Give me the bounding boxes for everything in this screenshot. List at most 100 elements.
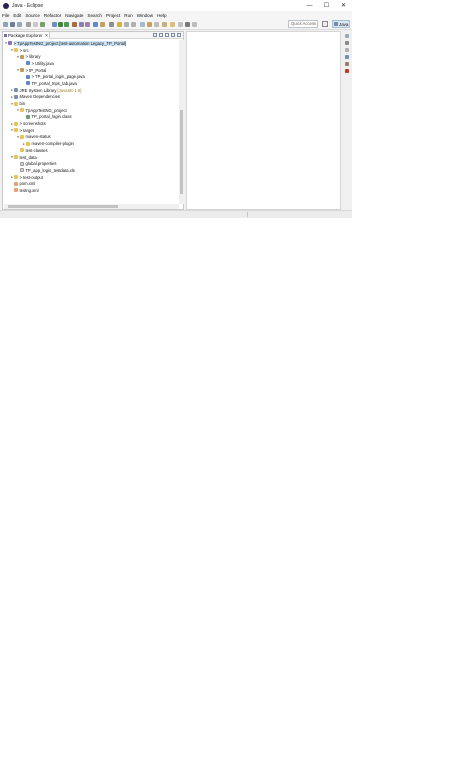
status-separator bbox=[247, 212, 248, 217]
menu-help[interactable]: Help bbox=[157, 13, 166, 18]
menu-edit[interactable]: Edit bbox=[13, 13, 21, 18]
eclipse-icon bbox=[3, 2, 9, 9]
minimize-button[interactable]: — bbox=[301, 0, 318, 11]
file-icon bbox=[20, 168, 24, 173]
debug-icon[interactable] bbox=[52, 22, 57, 27]
run-as-icon[interactable] bbox=[64, 22, 69, 27]
perspective-label: Java bbox=[339, 21, 349, 27]
scrollbar-thumb[interactable] bbox=[8, 205, 118, 208]
outline-icon[interactable] bbox=[345, 41, 349, 45]
tree-item[interactable]: ▾ bin bbox=[3, 100, 179, 107]
tree-item[interactable]: ▾ > tP_Portal bbox=[3, 67, 179, 74]
tree-item[interactable]: TP_app_login_testdata.xls bbox=[3, 167, 179, 174]
save-icon[interactable] bbox=[10, 22, 15, 27]
menu-source[interactable]: Source bbox=[25, 13, 40, 18]
search-icon[interactable] bbox=[109, 22, 114, 27]
lib-icon bbox=[14, 88, 18, 93]
new-icon[interactable] bbox=[3, 22, 8, 27]
tree-item[interactable]: ▾ > target bbox=[3, 127, 179, 134]
problems-icon[interactable] bbox=[345, 55, 349, 59]
horizontal-scrollbar[interactable] bbox=[4, 204, 179, 209]
run-icon[interactable] bbox=[58, 22, 63, 27]
forward-nav-icon[interactable] bbox=[192, 22, 197, 27]
view-menu-icon[interactable] bbox=[165, 33, 169, 37]
tree-item[interactable]: ▾ > src bbox=[3, 47, 179, 54]
menu-search[interactable]: Search bbox=[87, 13, 102, 18]
scrollbar-thumb[interactable] bbox=[180, 110, 183, 194]
forward-icon[interactable] bbox=[162, 22, 167, 27]
tree-item[interactable]: > TP_portal_login_page.java bbox=[3, 73, 179, 80]
tree-item[interactable]: ▸ Maven Dependencies bbox=[3, 94, 179, 101]
menu-refactor[interactable]: Refactor bbox=[44, 13, 61, 18]
right-trim-toolbar bbox=[343, 31, 351, 91]
vertical-scrollbar[interactable] bbox=[179, 40, 184, 204]
link-with-editor-icon[interactable] bbox=[159, 33, 163, 37]
open-type-icon[interactable] bbox=[100, 22, 105, 27]
javadoc-icon[interactable] bbox=[345, 62, 349, 66]
error-log-icon[interactable] bbox=[345, 69, 349, 73]
print-icon[interactable] bbox=[26, 22, 31, 27]
tree-item[interactable]: test-classes bbox=[3, 147, 179, 154]
restore-icon[interactable] bbox=[345, 34, 349, 38]
annotation-icon[interactable] bbox=[117, 22, 122, 27]
external-tools-icon[interactable] bbox=[72, 22, 77, 27]
java-perspective-button[interactable]: Java bbox=[332, 20, 350, 28]
tree-item[interactable]: ▾ test_data bbox=[3, 154, 179, 161]
task-list-icon[interactable] bbox=[345, 48, 349, 52]
tree-item-label: test_data bbox=[19, 154, 37, 160]
next-annotation-icon[interactable] bbox=[124, 22, 129, 27]
menu-project[interactable]: Project bbox=[106, 13, 120, 18]
history-icon[interactable] bbox=[170, 22, 175, 27]
tree-item[interactable]: ▸ > test-output bbox=[3, 174, 179, 181]
pin-icon[interactable] bbox=[154, 22, 159, 27]
menu-window[interactable]: Window bbox=[137, 13, 153, 18]
back-icon[interactable] bbox=[140, 22, 145, 27]
tree-item[interactable]: ▾ > library bbox=[3, 53, 179, 60]
tree-item[interactable]: TP_portal_trips_tab.java bbox=[3, 80, 179, 87]
project-tree: ▾ > TpAppTestNG_project [test-automation … bbox=[3, 40, 179, 204]
nav-icon[interactable] bbox=[178, 22, 183, 27]
tree-item[interactable]: ▾ maven-status bbox=[3, 134, 179, 141]
folder-icon bbox=[14, 48, 18, 53]
tree-item[interactable]: ▸ > screenshots bbox=[3, 120, 179, 127]
tree-item[interactable]: TP_portal_login.class bbox=[3, 114, 179, 121]
close-button[interactable]: ✕ bbox=[335, 0, 352, 11]
editor-area[interactable] bbox=[186, 31, 341, 210]
quick-access-input[interactable]: Quick Access bbox=[288, 20, 318, 28]
open-perspective-icon[interactable] bbox=[322, 21, 328, 27]
tree-item[interactable]: ▸ JRE System Library [JavaSE-1.8] bbox=[3, 87, 179, 94]
tree-item[interactable]: ▾ > TpAppTestNG_project [test-automation … bbox=[3, 40, 179, 47]
new-class-icon[interactable] bbox=[93, 22, 98, 27]
minimize-view-icon[interactable] bbox=[171, 33, 175, 37]
tree-item[interactable]: ▸ maven-compiler-plugin bbox=[3, 140, 179, 147]
tree-item[interactable]: > Utility.java bbox=[3, 60, 179, 67]
lib-icon bbox=[14, 94, 18, 99]
tree-item[interactable]: pom.xml bbox=[3, 180, 179, 187]
menu-file[interactable]: File bbox=[2, 13, 9, 18]
tree-item[interactable]: testng.xml bbox=[3, 187, 179, 194]
folder-icon bbox=[14, 128, 18, 133]
folder-icon bbox=[20, 108, 24, 113]
toggle-icon[interactable] bbox=[33, 22, 38, 27]
maximize-button[interactable]: ☐ bbox=[318, 0, 335, 11]
close-icon[interactable]: ✕ bbox=[45, 33, 49, 39]
menu-navigate[interactable]: Navigate bbox=[65, 13, 83, 18]
tree-item[interactable]: global.properties bbox=[3, 160, 179, 167]
maximize-view-icon[interactable] bbox=[177, 33, 181, 37]
dropdown-icon[interactable] bbox=[185, 22, 190, 27]
menu-run[interactable]: Run bbox=[124, 13, 132, 18]
new-package-icon[interactable] bbox=[85, 22, 90, 27]
skip-breakpoints-icon[interactable] bbox=[40, 22, 45, 27]
tree-item-label: bin bbox=[19, 101, 26, 107]
prev-annotation-icon[interactable] bbox=[131, 22, 136, 27]
tree-item-label: > test-output bbox=[19, 174, 43, 180]
new-java-project-icon[interactable] bbox=[79, 22, 84, 27]
java-perspective-icon bbox=[334, 22, 338, 26]
tree-item-label: > TP_portal_login_page.java bbox=[31, 74, 85, 80]
last-edit-icon[interactable] bbox=[147, 22, 152, 27]
tab-package-explorer[interactable]: Package Explorer ✕ bbox=[3, 32, 50, 39]
tree-item-label: > tP_Portal bbox=[25, 67, 47, 73]
collapse-all-icon[interactable] bbox=[153, 33, 157, 37]
save-all-icon[interactable] bbox=[17, 22, 22, 27]
tree-item[interactable]: ▾ TpAppTestNG_project bbox=[3, 107, 179, 114]
